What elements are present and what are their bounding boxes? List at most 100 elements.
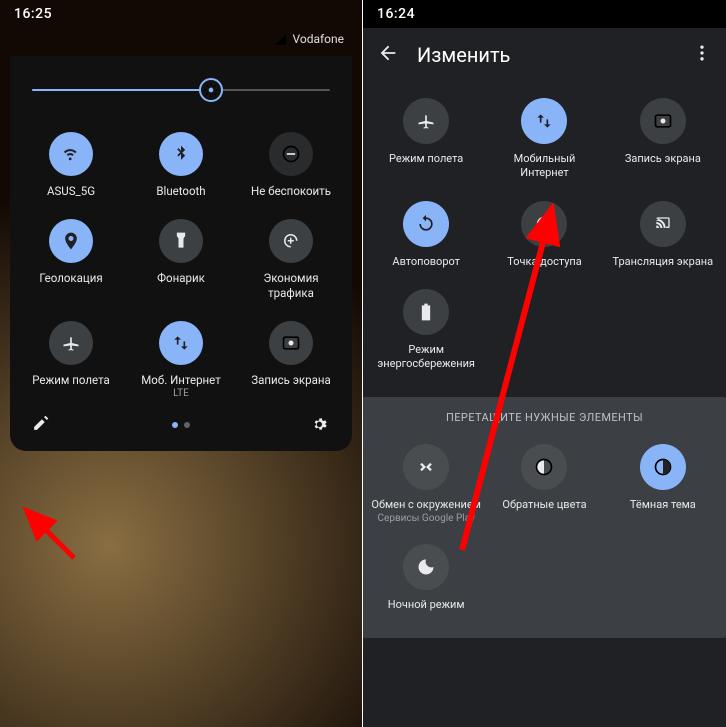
- qs-tile-wifi[interactable]: ASUS_5G: [16, 126, 126, 205]
- signal-icon: [274, 33, 287, 46]
- tile-circle[interactable]: [403, 289, 449, 335]
- status-bar: 16:24: [363, 0, 726, 28]
- qs-tile-location[interactable]: Геолокация: [16, 213, 126, 307]
- tile-circle[interactable]: [159, 321, 203, 365]
- night-icon: [416, 557, 436, 577]
- tile-sublabel: LTE: [173, 388, 189, 399]
- tile-label: Bluetooth: [156, 184, 205, 199]
- qs-tile-screenrec[interactable]: Запись экрана: [604, 92, 722, 187]
- tile-circle[interactable]: [640, 201, 686, 247]
- tile-label: Мобильный Интернет: [489, 152, 599, 181]
- qs-tile-darktheme[interactable]: Тёмная тема: [604, 438, 722, 529]
- qs-tile-dnd[interactable]: Не беспокоить: [236, 126, 346, 205]
- tile-label: Моб. Интернет: [141, 373, 221, 388]
- brightness-fill: [32, 89, 211, 91]
- qs-tile-airplane[interactable]: Режим полета: [16, 315, 126, 405]
- tile-label: Не беспокоить: [251, 184, 331, 199]
- qs-tile-hotspot[interactable]: Точка доступа: [485, 195, 603, 275]
- tile-label: Геолокация: [39, 271, 102, 286]
- qs-tile-screenrec[interactable]: Запись экрана: [236, 315, 346, 405]
- tile-circle[interactable]: [521, 444, 567, 490]
- qs-tile-airplane[interactable]: Режим полета: [367, 92, 485, 187]
- darktheme-icon: [653, 457, 673, 477]
- qs-tile-flashlight[interactable]: Фонарик: [126, 213, 236, 307]
- tile-circle[interactable]: [403, 544, 449, 590]
- menu-button[interactable]: [692, 43, 712, 67]
- more-icon: [692, 43, 712, 63]
- tile-circle[interactable]: [159, 132, 203, 176]
- tile-label: Режим энергосбережения: [371, 343, 481, 372]
- page-dot-active: [172, 422, 178, 428]
- hotspot-icon: [534, 214, 554, 234]
- tile-circle[interactable]: [49, 321, 93, 365]
- gear-icon[interactable]: [310, 415, 330, 435]
- screenrec-icon: [281, 333, 301, 353]
- sun-icon: [204, 83, 218, 97]
- tile-circle[interactable]: [269, 321, 313, 365]
- back-icon: [377, 42, 399, 64]
- tile-circle[interactable]: [521, 98, 567, 144]
- page-indicator: [172, 422, 190, 428]
- tile-circle[interactable]: [640, 444, 686, 490]
- qs-tile-battery[interactable]: Режим энергосбережения: [367, 283, 485, 378]
- tile-circle[interactable]: [269, 219, 313, 263]
- qs-tile-mobiledata[interactable]: Мобильный Интернет: [485, 92, 603, 187]
- qs-tile-mobiledata[interactable]: Моб. ИнтернетLTE: [126, 315, 236, 405]
- tile-label: Точка доступа: [507, 255, 582, 269]
- tile-circle[interactable]: [403, 444, 449, 490]
- nearby-icon: [416, 457, 436, 477]
- brightness-thumb[interactable]: [199, 78, 223, 102]
- airplane-icon: [61, 333, 81, 353]
- back-button[interactable]: [377, 42, 399, 68]
- tile-label: Запись экрана: [251, 373, 330, 388]
- tile-label: ASUS_5G: [47, 184, 95, 199]
- tile-circle[interactable]: [49, 219, 93, 263]
- cast-icon: [653, 214, 673, 234]
- invert-icon: [534, 457, 554, 477]
- tile-label: Фонарик: [157, 271, 205, 286]
- wifi-icon: [61, 144, 81, 164]
- edit-title: Изменить: [417, 43, 510, 67]
- tile-label: Экономия трафика: [240, 271, 342, 301]
- clock: 16:24: [377, 6, 415, 22]
- qs-tile-rotate[interactable]: Автоповорот: [367, 195, 485, 275]
- qs-tile-datasaver[interactable]: Экономия трафика: [236, 213, 346, 307]
- tile-circle[interactable]: [49, 132, 93, 176]
- mobiledata-icon: [171, 333, 191, 353]
- tile-sublabel: Сервисы Google Play: [378, 513, 475, 524]
- edit-header: Изменить: [363, 28, 726, 82]
- qs-footer: [16, 405, 346, 439]
- mobiledata-icon: [534, 111, 554, 131]
- tile-circle[interactable]: [269, 132, 313, 176]
- brightness-slider[interactable]: [32, 76, 330, 104]
- qs-tile-nearby[interactable]: Обмен с окружениемСервисы Google Play: [367, 438, 485, 529]
- qs-tile-night[interactable]: Ночной режим: [367, 538, 485, 618]
- tile-label: Обмен с окружением: [371, 498, 481, 512]
- tile-label: Режим полета: [32, 373, 110, 388]
- carrier-name: Vodafone: [292, 32, 344, 46]
- tile-circle[interactable]: [640, 98, 686, 144]
- bluetooth-icon: [171, 144, 191, 164]
- tile-label: Тёмная тема: [630, 498, 696, 512]
- dnd-icon: [281, 144, 301, 164]
- tile-circle[interactable]: [521, 201, 567, 247]
- screenrec-icon: [653, 111, 673, 131]
- status-bar: 16:25: [0, 0, 362, 28]
- tile-label: Обратные цвета: [502, 498, 586, 512]
- tile-circle[interactable]: [403, 201, 449, 247]
- available-zone: ПЕРЕТАЩИТЕ НУЖНЫЕ ЭЛЕМЕНТЫ Обмен с окруж…: [363, 397, 726, 638]
- carrier-row: Vodafone: [0, 28, 362, 56]
- tile-label: Режим полета: [389, 152, 463, 166]
- tile-label: Автоповорот: [392, 255, 460, 269]
- tile-circle[interactable]: [403, 98, 449, 144]
- airplane-icon: [416, 111, 436, 131]
- tile-label: Запись экрана: [625, 152, 701, 166]
- page-dot: [184, 422, 190, 428]
- tile-circle[interactable]: [159, 219, 203, 263]
- pencil-icon[interactable]: [32, 415, 52, 435]
- qs-tile-invert[interactable]: Обратные цвета: [485, 438, 603, 529]
- qs-tile-cast[interactable]: Трансляция экрана: [604, 195, 722, 275]
- rotate-icon: [416, 214, 436, 234]
- location-icon: [61, 231, 81, 251]
- qs-tile-bluetooth[interactable]: Bluetooth: [126, 126, 236, 205]
